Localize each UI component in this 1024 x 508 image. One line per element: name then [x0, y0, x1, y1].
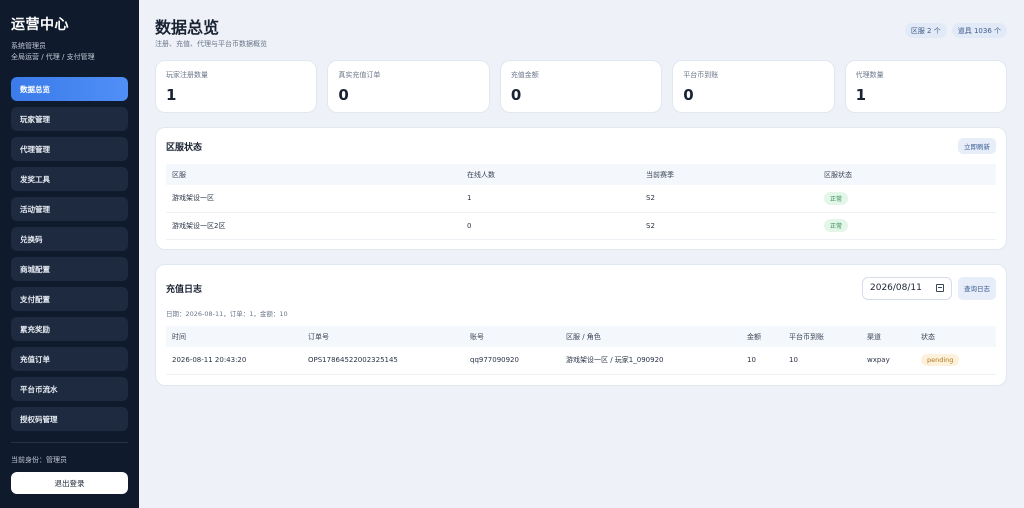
order-id-cell: OPS17864522002325145 — [302, 347, 464, 375]
table-row: 2026-08-11 20:43:20 OPS17864522002325145… — [166, 347, 996, 375]
status-badge: pending — [921, 354, 960, 367]
calendar-icon[interactable] — [936, 284, 944, 292]
stat-card-coins-credited: 平台币到账 0 — [672, 60, 835, 113]
column-header-order: 订单号 — [302, 326, 464, 347]
page-header: 数据总览 注册、充值、代理与平台币数据概览 区服 2 个 道具 1036 个 — [155, 0, 1007, 60]
table-row: 游戏架设一区 1 S2 正常 — [166, 185, 996, 213]
recharge-log-controls: 2026/08/11 查询日志 — [862, 276, 996, 300]
server-status-card: 区服状态 立即刷新 区服 在线人数 当前赛季 区服状态 游戏架设一区 1 S2 … — [155, 127, 1007, 250]
refresh-button[interactable]: 立即刷新 — [958, 138, 996, 154]
sidebar-item-shop-config[interactable]: 商城配置 — [11, 257, 128, 281]
server-status-title: 区服状态 — [166, 142, 203, 153]
header-pills: 区服 2 个 道具 1036 个 — [904, 23, 1007, 38]
table-header-row: 区服 在线人数 当前赛季 区服状态 — [166, 164, 996, 185]
sidebar-item-events[interactable]: 活动管理 — [11, 197, 128, 221]
main-content: 数据总览 注册、充值、代理与平台币数据概览 区服 2 个 道具 1036 个 玩… — [139, 0, 1024, 508]
recharge-log-title: 充值日志 — [166, 284, 203, 295]
column-header-season: 当前赛季 — [640, 164, 818, 185]
brand-subtitle-1: 系统管理员 — [11, 42, 46, 50]
page-subtitle: 注册、充值、代理与平台币数据概览 — [155, 40, 267, 48]
sidebar-item-overview[interactable]: 数据总览 — [11, 77, 128, 101]
recharge-log-table: 时间 订单号 账号 区服 / 角色 金额 平台币到账 渠道 状态 2026-08… — [166, 326, 996, 375]
table-header-row: 时间 订单号 账号 区服 / 角色 金额 平台币到账 渠道 状态 — [166, 326, 996, 347]
column-header-online: 在线人数 — [461, 164, 640, 185]
sidebar-footer: 当前身份：管理员 退出登录 — [11, 442, 128, 494]
status-cell: pending — [915, 347, 996, 375]
item-count-badge: 道具 1036 个 — [951, 23, 1007, 38]
stat-label: 玩家注册数量 — [166, 71, 208, 79]
sidebar-item-reward-tool[interactable]: 发奖工具 — [11, 167, 128, 191]
server-name-cell: 游戏架设一区2区 — [166, 212, 461, 240]
column-header-server-role: 区服 / 角色 — [560, 326, 741, 347]
stat-label: 代理数量 — [855, 71, 884, 79]
query-log-button[interactable]: 查询日志 — [958, 276, 996, 300]
server-role-cell: 游戏架设一区 / 玩家1_090920 — [560, 347, 741, 375]
server-status-header: 区服状态 立即刷新 — [166, 128, 996, 164]
brand-title: 运营中心 — [11, 17, 69, 33]
stat-label: 充值金额 — [510, 71, 539, 79]
stat-value: 0 — [510, 86, 522, 104]
sidebar-item-coin-flow[interactable]: 平台币流水 — [11, 377, 128, 401]
server-count-badge: 区服 2 个 — [904, 23, 947, 38]
season-cell: S2 — [640, 212, 818, 240]
stat-card-recharge-amount: 充值金额 0 — [499, 60, 663, 113]
recharge-log-header: 充值日志 2026/08/11 查询日志 — [166, 265, 996, 311]
sidebar-item-recharge-orders[interactable]: 充值订单 — [11, 347, 128, 371]
status-cell: 正常 — [818, 212, 996, 240]
stats-row: 玩家注册数量 1 真实充值订单 0 充值金额 0 平台币到账 0 代理数量 1 — [155, 60, 1008, 113]
status-badge: 正常 — [824, 191, 849, 205]
column-header-amount: 金额 — [741, 326, 783, 347]
current-role: 当前身份：管理员 — [11, 456, 67, 464]
brand-subtitle-2: 全局运营 / 代理 / 支付管理 — [11, 53, 95, 61]
column-header-time: 时间 — [166, 326, 302, 347]
online-count-cell: 0 — [461, 212, 640, 240]
amount-cell: 10 — [741, 347, 783, 375]
stat-value: 0 — [338, 86, 349, 104]
sidebar-item-agents[interactable]: 代理管理 — [11, 137, 128, 161]
page-title: 数据总览 — [155, 18, 220, 37]
coins-cell: 10 — [783, 347, 861, 375]
app-root: 运营中心 系统管理员 全局运营 / 代理 / 支付管理 数据总览 玩家管理 代理… — [0, 0, 1024, 508]
column-header-channel: 渠道 — [861, 326, 915, 347]
sidebar-item-redeem-codes[interactable]: 兑换码 — [11, 227, 128, 251]
stat-card-registrations: 玩家注册数量 1 — [155, 60, 318, 113]
channel-cell: wxpay — [861, 347, 915, 375]
table-row: 游戏架设一区2区 0 S2 正常 — [166, 212, 996, 240]
sidebar-item-players[interactable]: 玩家管理 — [11, 107, 128, 131]
date-input[interactable]: 2026/08/11 — [862, 276, 952, 300]
recharge-log-summary: 日期：2026-08-11，订单：1，金额：10 — [166, 310, 288, 318]
stat-value: 1 — [166, 86, 177, 104]
server-name-cell: 游戏架设一区 — [166, 185, 461, 213]
season-cell: S2 — [640, 185, 818, 213]
sidebar: 运营中心 系统管理员 全局运营 / 代理 / 支付管理 数据总览 玩家管理 代理… — [0, 0, 139, 508]
stat-label: 真实充值订单 — [338, 71, 381, 79]
time-cell: 2026-08-11 20:43:20 — [166, 347, 302, 375]
date-value: 2026/08/11 — [870, 283, 922, 293]
stat-card-agent-count: 代理数量 1 — [844, 60, 1008, 113]
stat-value: 0 — [683, 86, 694, 104]
sidebar-item-payment-config[interactable]: 支付配置 — [11, 287, 128, 311]
logout-button[interactable]: 退出登录 — [11, 472, 128, 494]
column-header-server: 区服 — [166, 164, 461, 185]
sidebar-item-cumulative-rewards[interactable]: 累充奖励 — [11, 317, 128, 341]
stat-value: 1 — [855, 86, 867, 104]
sidebar-item-license-codes[interactable]: 授权码管理 — [11, 407, 128, 431]
column-header-account: 账号 — [464, 326, 560, 347]
recharge-log-card: 充值日志 2026/08/11 查询日志 日期：2026-08-11，订单：1，… — [155, 264, 1007, 386]
stat-card-real-orders: 真实充值订单 0 — [327, 60, 490, 113]
column-header-status: 区服状态 — [818, 164, 996, 185]
stat-label: 平台币到账 — [683, 71, 719, 79]
column-header-coins: 平台币到账 — [783, 326, 861, 347]
online-count-cell: 1 — [461, 185, 640, 213]
sidebar-nav: 数据总览 玩家管理 代理管理 发奖工具 活动管理 兑换码 商城配置 支付配置 累… — [11, 77, 128, 431]
status-cell: 正常 — [818, 185, 996, 213]
server-status-table: 区服 在线人数 当前赛季 区服状态 游戏架设一区 1 S2 正常 游戏架设一区2… — [166, 164, 996, 240]
status-badge: 正常 — [824, 219, 849, 232]
account-cell: qq977090920 — [464, 347, 560, 375]
column-header-status: 状态 — [915, 326, 996, 347]
